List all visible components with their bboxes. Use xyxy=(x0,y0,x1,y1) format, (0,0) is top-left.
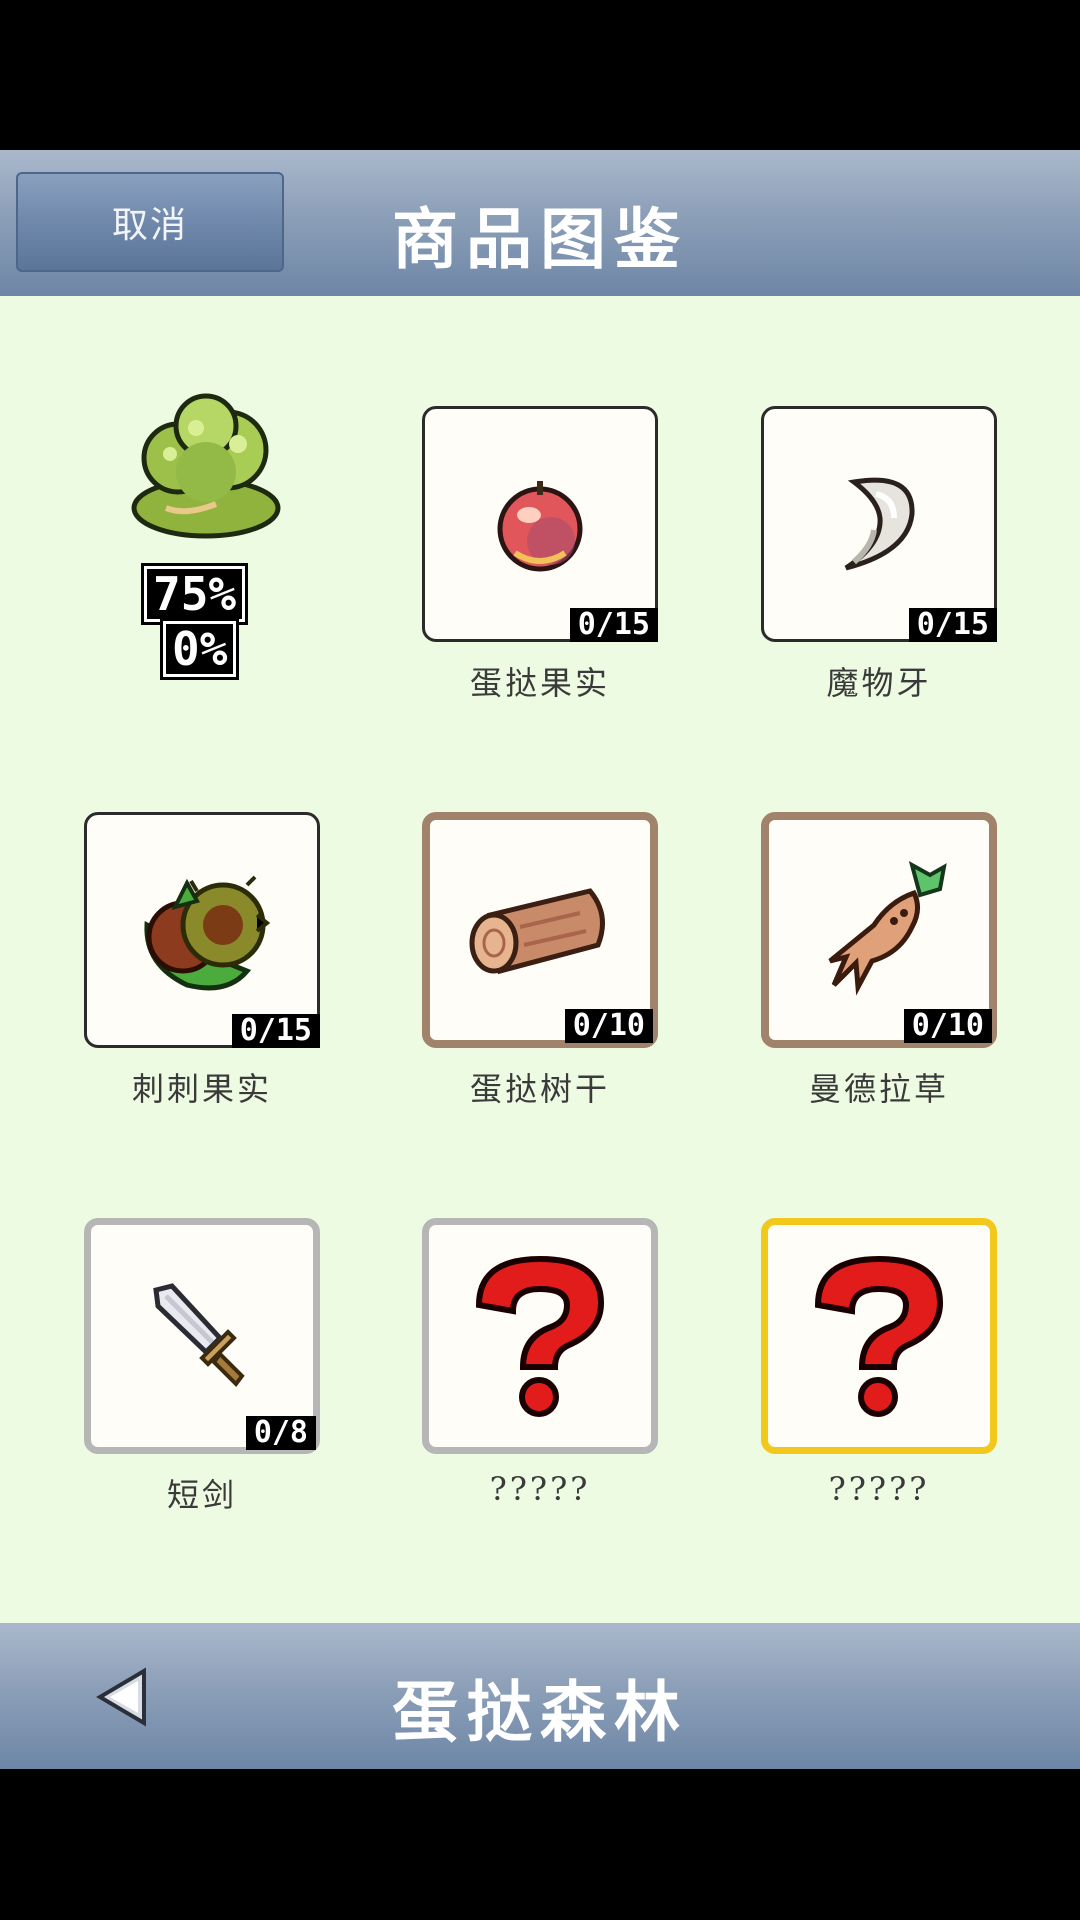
item-cell[interactable]: 0/10 曼德拉草 xyxy=(761,812,997,1110)
item-catalog: 75% 0% 0/15 蛋挞果实 0/15 魔物牙 0/15 刺刺果实 0/10… xyxy=(0,296,1080,1623)
item-name: 短剑 xyxy=(166,1476,237,1514)
item-card[interactable]: 0/15 xyxy=(761,406,997,642)
item-name: 蛋挞树干 xyxy=(469,1070,610,1108)
forest-bush-icon xyxy=(131,393,281,539)
item-cell[interactable]: ????? xyxy=(422,1218,658,1508)
item-cell[interactable]: 0/10 蛋挞树干 xyxy=(422,812,658,1110)
item-count: 0/15 xyxy=(569,608,658,642)
item-card[interactable]: 0/10 xyxy=(422,812,658,1048)
item-cell[interactable]: 0/15 魔物牙 xyxy=(761,406,997,704)
area-name: 蛋挞森林 xyxy=(392,1673,688,1751)
item-name: 刺刺果实 xyxy=(131,1070,272,1108)
item-name: 蛋挞果实 xyxy=(469,664,610,702)
item-count: 0/10 xyxy=(903,1009,992,1043)
item-count: 0/10 xyxy=(564,1009,653,1043)
page-title: 商品图鉴 xyxy=(392,200,688,278)
item-card[interactable]: 0/10 xyxy=(761,812,997,1048)
completion-percent: 75% xyxy=(140,563,249,625)
log-icon xyxy=(469,888,605,975)
item-count: 0/8 xyxy=(245,1416,316,1450)
item-name: ????? xyxy=(489,1470,591,1508)
apple-icon xyxy=(497,481,583,572)
question-mark-icon xyxy=(475,1255,605,1417)
item-cell[interactable]: 0/8 短剑 xyxy=(84,1218,320,1516)
screen: 取消 商品图鉴 75% 0% 0/15 蛋挞果实 0/15 魔物牙 0/15 刺… xyxy=(0,0,1080,1920)
dagger-icon xyxy=(153,1283,245,1388)
item-cell[interactable]: 0/15 刺刺果实 xyxy=(84,812,320,1110)
header-bar: 取消 商品图鉴 xyxy=(0,150,1080,296)
question-mark-icon xyxy=(814,1255,944,1417)
item-card[interactable]: 0/8 xyxy=(84,1218,320,1454)
item-card-selected[interactable] xyxy=(761,1218,997,1454)
item-count: 0/15 xyxy=(231,1014,320,1048)
item-name: 魔物牙 xyxy=(826,664,932,702)
item-cell[interactable]: ????? xyxy=(761,1218,997,1508)
item-count: 0/15 xyxy=(908,608,997,642)
item-cell[interactable]: 0/15 蛋挞果实 xyxy=(422,406,658,704)
secondary-percent: 0% xyxy=(159,618,240,680)
area-selector-bar: 蛋挞森林 xyxy=(0,1623,1080,1769)
mandrake-icon xyxy=(828,860,947,996)
item-name: ????? xyxy=(828,1470,930,1508)
item-name: 曼德拉草 xyxy=(808,1070,949,1108)
spiky-fruit-icon xyxy=(144,875,271,991)
item-card[interactable] xyxy=(422,1218,658,1454)
item-card[interactable]: 0/15 xyxy=(84,812,320,1048)
item-card[interactable]: 0/15 xyxy=(422,406,658,642)
fang-icon xyxy=(844,477,915,571)
